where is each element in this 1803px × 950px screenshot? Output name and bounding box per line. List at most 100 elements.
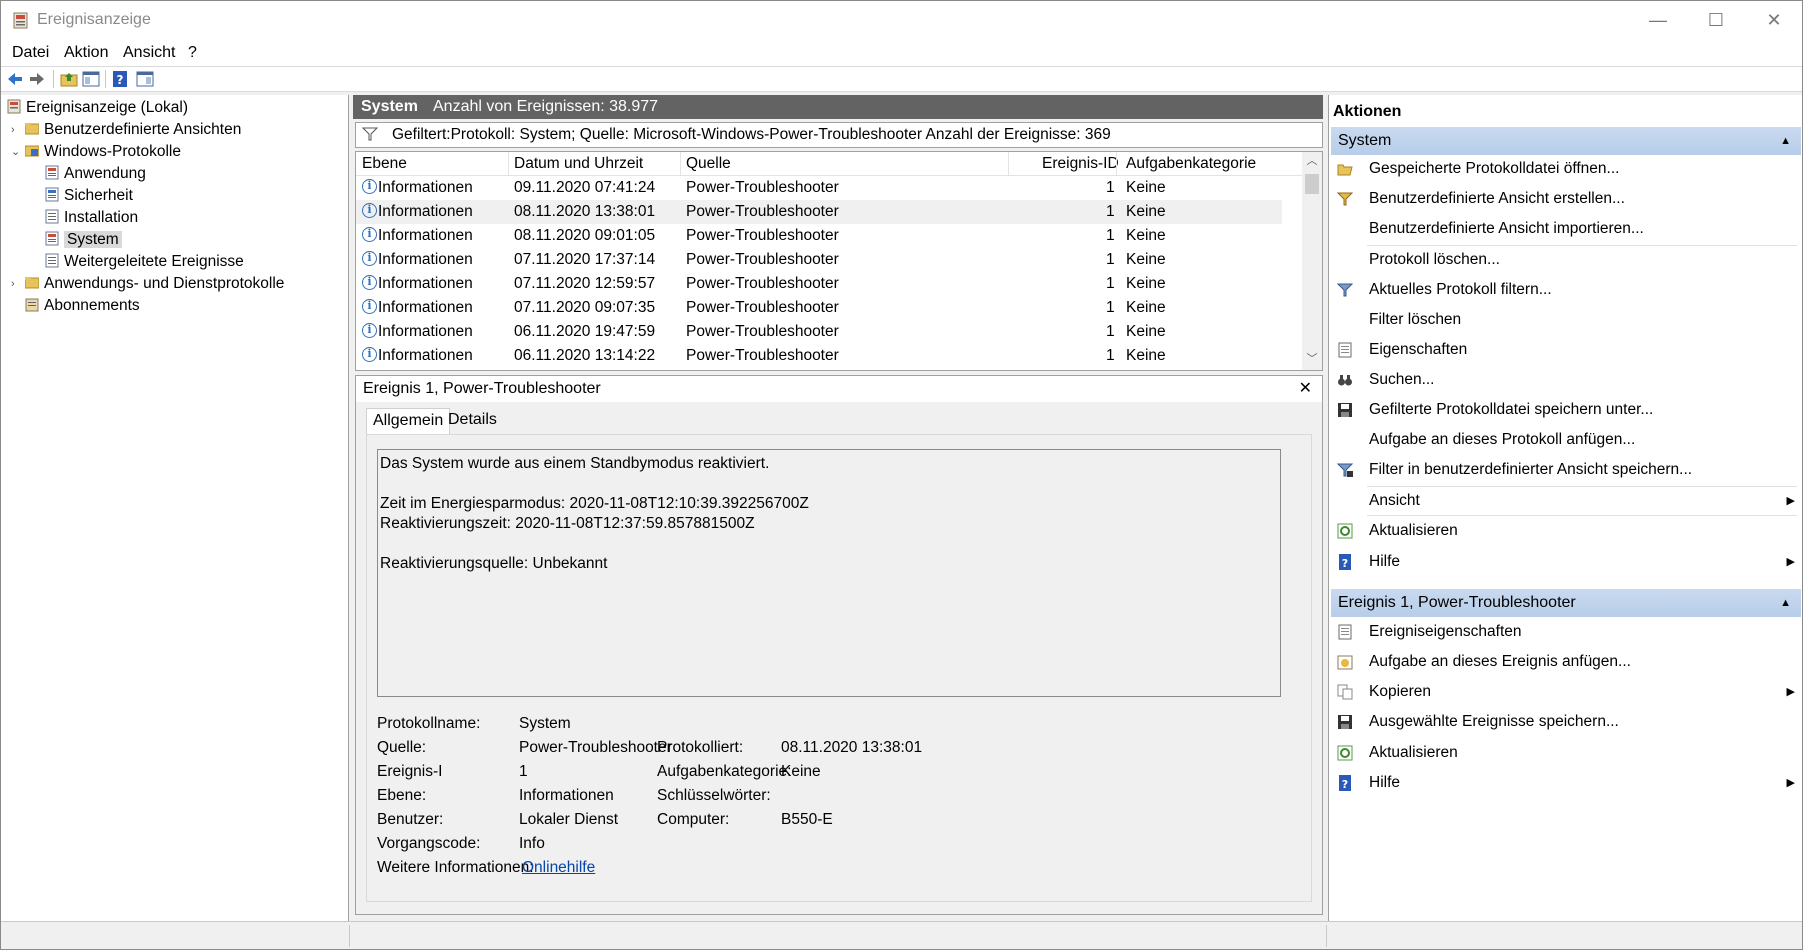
tree-item-root[interactable]: Ereignisanzeige (Lokal) — [7, 97, 188, 119]
event-detail-header: Ereignis 1, Power-Troubleshooter ✕ — [356, 376, 1322, 402]
prop-label-ebene: Ebene: — [377, 787, 427, 804]
action-attach-task-to-event[interactable]: Aufgabe an dieses Ereignis anfügen... — [1329, 649, 1799, 675]
tree-item-custom-views[interactable]: Benutzerdefinierte Ansichten — [25, 119, 241, 141]
scroll-down-icon[interactable]: ﹀ — [1302, 350, 1322, 368]
action-refresh[interactable]: Aktualisieren — [1329, 518, 1799, 544]
save-icon — [1338, 715, 1352, 729]
back-arrow-icon[interactable] — [6, 70, 24, 88]
event-message[interactable]: Das System wurde aus einem Standbymodus … — [377, 449, 1281, 697]
minimize-button[interactable]: — — [1629, 1, 1687, 39]
table-row[interactable]: i Informationen 07.11.2020 12:59:57 Powe… — [356, 272, 1282, 296]
collapse-chevron-icon[interactable]: ⌄ — [11, 141, 21, 163]
info-icon: i — [362, 347, 377, 362]
column-aufgabenkategorie[interactable]: Aufgabenkategorie — [1126, 155, 1256, 173]
prop-value-ereignis: 1 — [519, 763, 528, 780]
table-row[interactable]: i Informationen 08.11.2020 09:01:05 Powe… — [356, 224, 1282, 248]
online-help-link[interactable]: Onlinehilfe — [522, 859, 595, 877]
show-hide-tree-icon[interactable] — [82, 70, 100, 88]
tree-item-forwarded-events[interactable]: Weitergeleitete Ereignisse — [45, 251, 244, 273]
tab-details[interactable]: Details — [442, 408, 503, 434]
info-icon: i — [362, 227, 377, 242]
scroll-up-icon[interactable]: ︿ — [1302, 152, 1322, 170]
action-refresh-event[interactable]: Aktualisieren — [1329, 740, 1799, 766]
menu-aktion[interactable]: Aktion — [64, 44, 108, 62]
action-view-submenu[interactable]: Ansicht ▶ — [1329, 488, 1799, 514]
tree-item-system[interactable]: System — [45, 229, 122, 251]
action-properties[interactable]: Eigenschaften — [1329, 337, 1799, 363]
table-row[interactable]: i Informationen 08.11.2020 13:38:01 Powe… — [356, 200, 1282, 224]
table-row[interactable]: i Informationen 06.11.2020 13:14:22 Powe… — [356, 344, 1282, 368]
help-icon[interactable]: ? — [111, 70, 129, 88]
section-header-system[interactable]: System ▲ — [1331, 127, 1801, 155]
action-event-properties[interactable]: Ereigniseigenschaften — [1329, 619, 1799, 645]
column-datum[interactable]: Datum und Uhrzeit — [514, 155, 643, 173]
column-quelle[interactable]: Quelle — [686, 155, 731, 173]
tree-item-app-service-logs[interactable]: Anwendungs- und Dienstprotokolle — [25, 273, 284, 295]
menu-datei[interactable]: Datei — [12, 44, 49, 62]
copy-icon — [1337, 684, 1353, 700]
action-find[interactable]: Suchen... — [1329, 367, 1799, 393]
action-create-custom-view[interactable]: Benutzerdefinierte Ansicht erstellen... — [1329, 186, 1799, 212]
column-ereignis-id[interactable]: Ereignis-ID — [1042, 155, 1119, 173]
tree-item-installation[interactable]: Installation — [45, 207, 138, 229]
action-help-submenu[interactable]: ? Hilfe ▶ — [1329, 549, 1799, 575]
action-attach-task-to-log[interactable]: Aufgabe an dieses Protokoll anfügen... — [1329, 427, 1799, 453]
expand-chevron-icon[interactable]: › — [11, 119, 21, 141]
column-ebene[interactable]: Ebene — [362, 155, 407, 173]
close-button[interactable]: ✕ — [1745, 1, 1803, 39]
submenu-arrow-icon: ▶ — [1786, 686, 1795, 698]
collapse-arrow-icon[interactable]: ▲ — [1780, 127, 1791, 155]
table-row[interactable]: i Informationen 06.11.2020 19:47:59 Powe… — [356, 320, 1282, 344]
prop-value-protokollname: System — [519, 715, 571, 732]
svg-text:?: ? — [1342, 557, 1348, 570]
table-row[interactable]: i Informationen 07.11.2020 17:37:14 Powe… — [356, 248, 1282, 272]
info-icon: i — [362, 299, 377, 314]
prop-label-aufgabe: Aufgabenkategorie: — [657, 763, 792, 780]
prop-label-protokolliert: Protokolliert: — [657, 739, 744, 756]
action-save-filtered-log[interactable]: Gefilterte Protokolldatei speichern unte… — [1329, 397, 1799, 423]
filter-icon — [1337, 283, 1353, 297]
section-header-event[interactable]: Ereignis 1, Power-Troubleshooter ▲ — [1331, 589, 1801, 617]
action-copy-submenu[interactable]: Kopieren ▶ — [1329, 679, 1799, 705]
show-hide-action-pane-icon[interactable] — [136, 70, 154, 88]
action-clear-log[interactable]: Protokoll löschen... — [1329, 247, 1799, 273]
log-icon — [45, 187, 59, 202]
title-bar: Ereignisanzeige — ☐ ✕ — [1, 1, 1802, 39]
table-row[interactable]: i Informationen 09.11.2020 07:41:24 Powe… — [356, 176, 1282, 200]
menu-help[interactable]: ? — [188, 44, 197, 62]
folder-up-icon[interactable] — [60, 70, 78, 88]
prop-label-ereignis: Ereignis-I — [377, 763, 443, 780]
event-list-scrollbar[interactable]: ︿ ﹀ — [1302, 152, 1322, 370]
tree-item-anwendung[interactable]: Anwendung — [45, 163, 146, 185]
action-save-selected-events[interactable]: Ausgewählte Ereignisse speichern... — [1329, 709, 1799, 735]
prop-label-computer: Computer: — [657, 811, 730, 828]
tree-item-windows-logs[interactable]: Windows-Protokolle — [25, 141, 181, 163]
prop-value-vorgangscode: Info — [519, 835, 545, 852]
table-row[interactable]: i Informationen 07.11.2020 09:07:35 Powe… — [356, 296, 1282, 320]
filter-create-icon — [1337, 192, 1353, 206]
maximize-button[interactable]: ☐ — [1687, 1, 1745, 39]
prop-label-weitere-info: Weitere Informationen: — [377, 859, 534, 876]
tree-item-subscriptions[interactable]: Abonnements — [25, 295, 140, 317]
action-help-event-submenu[interactable]: ? Hilfe ▶ — [1329, 770, 1799, 796]
tab-allgemein[interactable]: Allgemein — [366, 408, 451, 435]
toolbar: ? — [1, 66, 1802, 92]
expand-chevron-icon[interactable]: › — [11, 273, 21, 295]
collapse-arrow-icon[interactable]: ▲ — [1780, 589, 1791, 617]
close-detail-button[interactable]: ✕ — [1299, 376, 1312, 402]
action-open-saved-log[interactable]: Gespeicherte Protokolldatei öffnen... — [1329, 156, 1799, 182]
help-icon: ? — [1339, 554, 1351, 570]
action-clear-filter[interactable]: Filter löschen — [1329, 307, 1799, 333]
scroll-thumb[interactable] — [1305, 174, 1319, 194]
info-icon: i — [362, 323, 377, 338]
action-import-custom-view[interactable]: Benutzerdefinierte Ansicht importieren..… — [1329, 216, 1799, 242]
tree-item-sicherheit[interactable]: Sicherheit — [45, 185, 133, 207]
menu-ansicht[interactable]: Ansicht — [123, 44, 175, 62]
center-pane: System Anzahl von Ereignissen: 38.977 Ge… — [351, 95, 1324, 921]
action-save-filter-to-custom-view[interactable]: Filter in benutzerdefinierter Ansicht sp… — [1329, 457, 1799, 483]
filter-icon — [362, 127, 378, 141]
action-filter-current-log[interactable]: Aktuelles Protokoll filtern... — [1329, 277, 1799, 303]
event-viewer-window: Ereignisanzeige — ☐ ✕ Datei Aktion Ansic… — [0, 0, 1803, 950]
forward-arrow-icon[interactable] — [28, 70, 46, 88]
info-icon: i — [362, 275, 377, 290]
